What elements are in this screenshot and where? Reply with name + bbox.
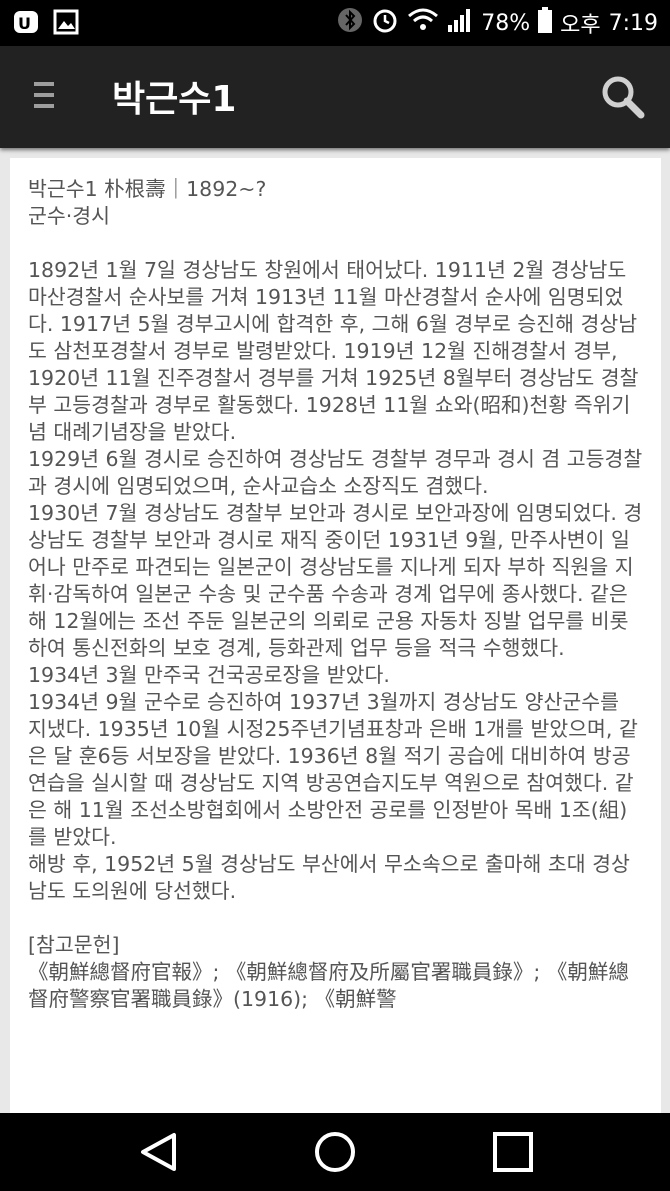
app-bar: 박근수1	[0, 46, 670, 148]
battery-text: 78%	[481, 10, 531, 36]
paragraph: 1934년 3월 만주국 건국공로장을 받았다.	[28, 663, 390, 687]
u-plus-icon: U	[12, 8, 40, 36]
gallery-icon	[52, 8, 80, 36]
time-text: 7:19	[608, 10, 658, 36]
paragraph: 해방 후, 1952년 5월 경상남도 부산에서 무소속으로 출마해 초대 경상…	[28, 852, 630, 903]
svg-text:U: U	[18, 14, 31, 33]
search-icon[interactable]	[600, 74, 646, 120]
wifi-icon	[407, 7, 439, 39]
references-label: [참고문헌]	[28, 933, 120, 957]
article-subheading: 군수·경시	[28, 204, 110, 228]
paragraph: 1934년 9월 군수로 승진하여 1937년 3월까지 경상남도 양산군수를 …	[28, 690, 638, 849]
navigation-bar	[0, 1113, 670, 1191]
back-triangle-icon[interactable]	[136, 1129, 182, 1175]
bluetooth-icon	[337, 6, 363, 40]
article-card: 박근수1 朴根壽｜1892~? 군수·경시 1892년 1월 7일 경상남도 창…	[10, 158, 661, 1113]
home-circle-icon[interactable]	[312, 1129, 358, 1175]
references-text: 《朝鮮總督府官報》; 《朝鮮總督府及所屬官署職員錄》; 《朝鮮總督府警察官署職員…	[28, 960, 629, 1011]
paragraph: 1892년 1월 7일 경상남도 창원에서 태어났다. 1911년 2월 경상남…	[28, 258, 639, 444]
article-body: 박근수1 朴根壽｜1892~? 군수·경시 1892년 1월 7일 경상남도 창…	[10, 158, 661, 1013]
paragraph: 1929년 6월 경시로 승진하여 경상남도 경찰부 경무과 경시 겸 고등경찰…	[28, 447, 643, 498]
alarm-icon	[371, 6, 399, 40]
recents-square-icon[interactable]	[490, 1129, 536, 1175]
signal-icon	[447, 7, 473, 39]
page-title: 박근수1	[112, 79, 237, 120]
status-bar: U 78% 오후 7:19	[0, 0, 670, 46]
article-heading: 박근수1 朴根壽｜1892~?	[28, 177, 267, 201]
hamburger-menu-icon[interactable]	[34, 82, 56, 112]
battery-icon	[538, 7, 553, 39]
paragraph: 1930년 7월 경상남도 경찰부 보안과 경시로 보안과장에 임명되었다. 경…	[28, 501, 643, 660]
ampm-text: 오후	[560, 13, 601, 38]
